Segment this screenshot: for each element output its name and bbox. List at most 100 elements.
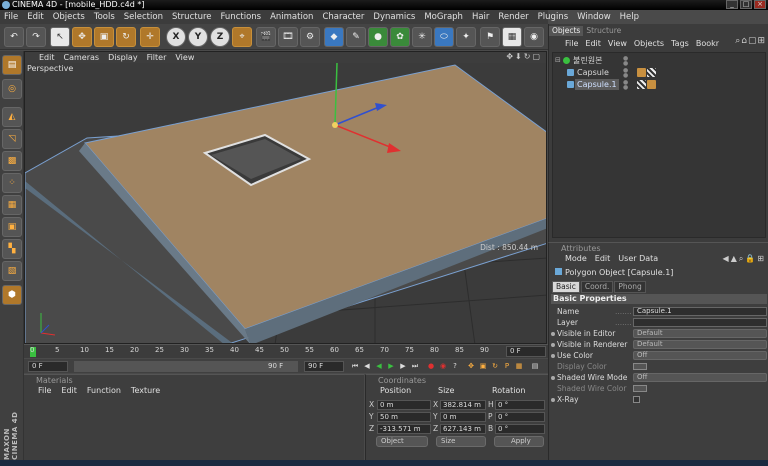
collapse-icon[interactable]: ⊟ xyxy=(555,55,561,66)
position-x-field[interactable]: 0 m xyxy=(377,400,431,410)
next-key-icon[interactable]: ▶ xyxy=(398,361,408,371)
light-icon[interactable]: ✦ xyxy=(456,27,476,47)
use-texture-icon[interactable]: ◹ xyxy=(2,129,22,149)
undo-icon[interactable]: ↶ xyxy=(4,27,24,47)
menu-selection[interactable]: Selection xyxy=(124,12,163,22)
rotation-p-field[interactable]: 0 ° xyxy=(495,412,545,422)
size-z-field[interactable]: 627.143 m xyxy=(440,424,486,434)
key-position-icon[interactable]: ✥ xyxy=(466,361,476,371)
viewport-menu-edit[interactable]: Edit xyxy=(39,53,55,62)
viewport-menu-display[interactable]: Display xyxy=(108,53,138,62)
render-view-icon[interactable]: 🎬 xyxy=(256,27,276,47)
menu-objects[interactable]: Objects xyxy=(53,12,85,22)
minimize-button[interactable]: _ xyxy=(726,0,738,9)
menu-plugins[interactable]: Plugins xyxy=(538,12,568,22)
object-name[interactable]: Capsule.1 xyxy=(575,79,619,90)
size-x-field[interactable]: 382.814 m xyxy=(440,400,486,410)
coordinate-system-icon[interactable]: ⌖ xyxy=(232,27,252,47)
xray-checkbox[interactable] xyxy=(633,396,640,403)
render-picture-viewer-icon[interactable]: 🎞 xyxy=(278,27,298,47)
attribute-nav-icons[interactable]: ◀▲⌕🔒⊞ xyxy=(723,254,766,264)
viewport-menu-filter[interactable]: Filter xyxy=(147,53,167,62)
shaded-wire-color-swatch[interactable] xyxy=(633,385,647,392)
visible-in-editor-dropdown[interactable]: Default xyxy=(633,329,767,338)
menu-edit[interactable]: Edit xyxy=(27,12,43,22)
visible-in-renderer-dropdown[interactable]: Default xyxy=(633,340,767,349)
rotation-b-field[interactable]: 0 ° xyxy=(495,424,545,434)
rotation-h-field[interactable]: 0 ° xyxy=(495,400,545,410)
perspective-viewport[interactable]: Edit Cameras Display Filter View ✥⬇↻▢ Pe… xyxy=(24,51,547,344)
go-to-start-icon[interactable]: ⏮ xyxy=(350,361,360,371)
size-mode-dropdown[interactable]: Size xyxy=(436,436,486,447)
material-icon[interactable]: ◉ xyxy=(524,27,544,47)
layer-field[interactable] xyxy=(633,318,767,327)
display-color-swatch[interactable] xyxy=(633,363,647,370)
apply-button[interactable]: Apply xyxy=(494,436,544,447)
hypernurbs-icon[interactable]: ⚑ xyxy=(480,27,500,47)
object-manager-nav-icons[interactable]: ⌕⌂▢⊞ xyxy=(735,36,766,46)
use-color-dropdown[interactable]: Off xyxy=(633,351,767,360)
materials-menu-file[interactable]: File xyxy=(38,386,51,397)
menu-functions[interactable]: Functions xyxy=(221,12,262,22)
live-selection-icon[interactable]: ↖ xyxy=(50,27,70,47)
menu-tools[interactable]: Tools xyxy=(94,12,115,22)
texture-tag-icon[interactable] xyxy=(637,80,646,89)
key-scale-icon[interactable]: ▣ xyxy=(478,361,488,371)
nurbs-icon[interactable]: ● xyxy=(368,27,388,47)
prev-key-icon[interactable]: ◀ xyxy=(362,361,372,371)
shaded-wire-mode-dropdown[interactable]: Off xyxy=(633,373,767,382)
visibility-dots[interactable]: ● ● xyxy=(623,80,628,91)
menu-mograph[interactable]: MoGraph xyxy=(424,12,463,22)
materials-menu-edit[interactable]: Edit xyxy=(61,386,77,397)
key-pla-icon[interactable]: ▦ xyxy=(514,361,524,371)
tab-phong[interactable]: Phong xyxy=(614,281,646,293)
menu-file[interactable]: File xyxy=(4,12,18,22)
tab-objects[interactable]: Objects xyxy=(549,26,584,36)
rotate-icon[interactable]: ↻ xyxy=(116,27,136,47)
camera-icon[interactable]: ▦ xyxy=(502,27,522,47)
scale-icon[interactable]: ▣ xyxy=(94,27,114,47)
menu-hair[interactable]: Hair xyxy=(472,12,489,22)
viewport-navigation-icons[interactable]: ✥⬇↻▢ xyxy=(506,52,542,61)
max-frame-field[interactable]: 90 F xyxy=(304,361,344,372)
go-to-end-icon[interactable]: ⏭ xyxy=(410,361,420,371)
use-model-tool-icon[interactable]: ▤ xyxy=(2,55,22,75)
materials-menu-texture[interactable]: Texture xyxy=(131,386,160,397)
maximize-button[interactable]: □ xyxy=(740,0,752,9)
list-item[interactable]: Capsule ● ● xyxy=(555,67,765,79)
deformer-icon[interactable]: ✳ xyxy=(412,27,432,47)
name-input[interactable]: Capsule.1 xyxy=(633,307,767,316)
tab-basic[interactable]: Basic xyxy=(552,281,580,293)
phong-tag-icon[interactable] xyxy=(647,80,656,89)
tweak-mode-icon[interactable]: ▧ xyxy=(2,261,22,281)
materials-menu-function[interactable]: Function xyxy=(87,386,121,397)
spline-pen-icon[interactable]: ✎ xyxy=(346,27,366,47)
use-polygons-icon[interactable]: ▣ xyxy=(2,217,22,237)
play-backward-icon[interactable]: ◀ xyxy=(374,361,384,371)
start-frame-field[interactable]: 0 F xyxy=(28,361,68,372)
use-points-icon[interactable]: ⁘ xyxy=(2,173,22,193)
close-button[interactable]: × xyxy=(754,0,766,9)
attributes-menu-user-data[interactable]: User Data xyxy=(618,254,658,266)
z-axis-lock-icon[interactable]: Z xyxy=(210,27,230,47)
texture-tag-icon[interactable] xyxy=(647,68,656,77)
tab-structure[interactable]: Structure xyxy=(583,26,624,36)
menu-dynamics[interactable]: Dynamics xyxy=(373,12,415,22)
menu-structure[interactable]: Structure xyxy=(172,12,212,22)
list-item[interactable]: Capsule.1 ● ● xyxy=(555,79,765,91)
visibility-dots[interactable]: ● ● xyxy=(623,56,628,67)
key-rotation-icon[interactable]: ↻ xyxy=(490,361,500,371)
record-icon[interactable]: ● xyxy=(426,361,436,371)
object-name[interactable]: Capsule xyxy=(575,67,611,78)
size-y-field[interactable]: 0 m xyxy=(440,412,486,422)
use-object-tool-icon[interactable]: ◎ xyxy=(2,79,22,99)
attributes-menu-mode[interactable]: Mode xyxy=(565,254,587,266)
render-settings-icon[interactable]: ⚙ xyxy=(300,27,320,47)
objects-menu-tags[interactable]: Tags xyxy=(671,39,689,48)
timeline-ruler[interactable]: 0 5 10 15 20 25 30 35 40 45 50 55 60 65 … xyxy=(24,344,548,358)
viewport-menu-cameras[interactable]: Cameras xyxy=(64,53,100,62)
keyframe-selection-icon[interactable]: ? xyxy=(450,361,460,371)
coordinate-mode-dropdown[interactable]: Object xyxy=(376,436,428,447)
enable-axis-icon[interactable]: ▚ xyxy=(2,239,22,259)
attributes-menu-edit[interactable]: Edit xyxy=(595,254,611,266)
